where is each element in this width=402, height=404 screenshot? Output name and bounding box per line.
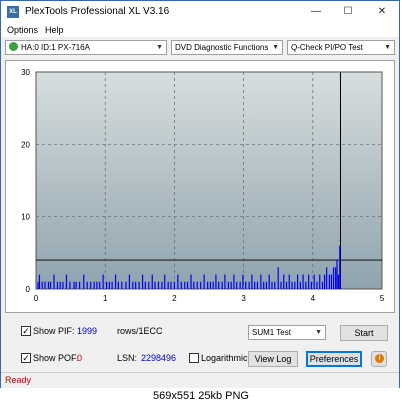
app-window: XL PlexTools Professional XL V3.16 — ☐ ✕… <box>0 0 400 388</box>
sum-test-select[interactable]: SUM1 Test ▼ <box>248 325 326 340</box>
close-icon[interactable]: ✕ <box>367 1 397 23</box>
x-tick-label: 1 <box>103 294 108 303</box>
info-icon: i <box>375 354 384 363</box>
status-bar: Ready <box>1 372 399 388</box>
y-tick-label: 20 <box>21 140 30 149</box>
x-tick-label: 5 <box>380 294 385 303</box>
menu-options[interactable]: Options <box>7 25 38 35</box>
drive-icon <box>9 42 18 51</box>
maximize-icon[interactable]: ☐ <box>333 1 363 23</box>
logarithmic-checkbox[interactable] <box>189 353 199 363</box>
y-tick-label: 0 <box>26 285 31 294</box>
drive-select[interactable]: HA:0 ID:1 PX-716A ▼ <box>5 40 167 55</box>
minimize-icon[interactable]: — <box>301 1 331 23</box>
pif-unit: rows/1ECC <box>117 326 163 336</box>
menu-help[interactable]: Help <box>45 25 64 35</box>
show-pif-label: Show PIF: <box>33 326 75 336</box>
app-logo-icon: XL <box>7 6 19 18</box>
chart-panel: 0 1 2 3 4 5 0 10 20 30 <box>5 60 395 313</box>
menu-bar: Options Help <box>1 23 399 37</box>
x-tick-label: 4 <box>311 294 316 303</box>
show-pif-checkbox[interactable]: ✓ <box>21 326 31 336</box>
image-caption: 569x551 25kb PNG <box>0 388 402 404</box>
chevron-down-icon: ▼ <box>315 329 322 336</box>
toolbar: HA:0 ID:1 PX-716A ▼ DVD Diagnostic Funct… <box>1 38 399 58</box>
pi-po-chart: 0 1 2 3 4 5 0 10 20 30 <box>21 68 385 303</box>
test-select[interactable]: Q-Check PI/PO Test ▼ <box>287 40 395 55</box>
function-select[interactable]: DVD Diagnostic Functions ▼ <box>171 40 283 55</box>
show-pof-label: Show POF: <box>33 353 80 363</box>
plot-area <box>35 71 383 290</box>
sum-test-select-value: SUM1 Test <box>252 328 291 337</box>
chevron-down-icon: ▼ <box>384 44 391 51</box>
status-text: Ready <box>5 375 32 385</box>
x-tick-label: 2 <box>172 294 177 303</box>
pif-value: 1999 <box>77 326 98 336</box>
x-tick-label: 3 <box>241 294 246 303</box>
y-tick-label: 30 <box>21 68 30 77</box>
view-log-button[interactable]: View Log <box>248 351 298 367</box>
chevron-down-icon: ▼ <box>156 44 163 51</box>
pof-value: 0 <box>77 353 83 363</box>
x-tick-label: 0 <box>34 294 39 303</box>
show-pof-checkbox[interactable]: ✓ <box>21 353 31 363</box>
preferences-button[interactable]: Preferences <box>306 351 362 367</box>
window-title: PlexTools Professional XL V3.16 <box>25 6 170 17</box>
function-select-value: DVD Diagnostic Functions <box>175 43 269 52</box>
drive-select-value: HA:0 ID:1 PX-716A <box>21 43 90 52</box>
logarithmic-label: Logarithmic <box>201 353 248 363</box>
y-tick-label: 10 <box>21 213 30 222</box>
start-button[interactable]: Start <box>340 325 388 341</box>
title-bar: XL PlexTools Professional XL V3.16 — ☐ ✕ <box>1 1 399 23</box>
chevron-down-icon: ▼ <box>272 44 279 51</box>
lsn-label: LSN: <box>117 353 138 363</box>
info-button[interactable]: i <box>371 351 387 367</box>
lsn-value: 2298496 <box>141 353 177 363</box>
test-select-value: Q-Check PI/PO Test <box>291 43 363 52</box>
